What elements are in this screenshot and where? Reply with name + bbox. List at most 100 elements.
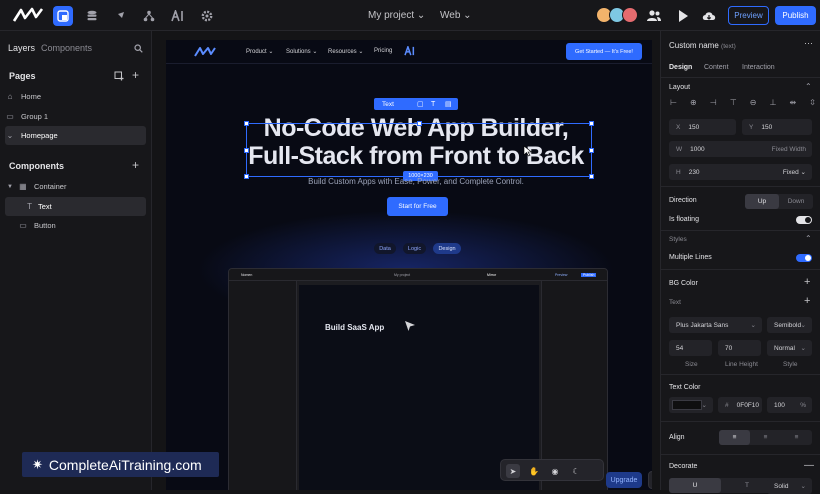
x-input[interactable]: X 150 — [669, 119, 736, 135]
collapse-icon[interactable]: ⌃ — [805, 234, 812, 243]
align-center-v-icon[interactable]: ⊖ — [750, 98, 757, 110]
font-size-input[interactable]: 54 — [669, 340, 712, 356]
collaborator-avatars[interactable] — [596, 7, 638, 23]
collapse-icon[interactable]: ⌃ — [805, 82, 812, 91]
decoration-style-select[interactable]: Solid ⌄ — [767, 478, 812, 494]
publish-button[interactable]: Publish — [775, 6, 816, 25]
select-tool-icon[interactable]: ➤ — [506, 464, 520, 478]
text-align-right-icon[interactable]: ≡ — [781, 430, 812, 445]
decoration-toggle[interactable]: U T — [669, 478, 773, 493]
users-icon[interactable] — [646, 8, 662, 24]
canvas[interactable]: Product ⌄ Solutions ⌄ Resources ⌄ Pricin… — [152, 31, 660, 490]
site-logo-icon[interactable] — [194, 46, 216, 58]
y-input[interactable]: Y 150 — [742, 119, 812, 135]
align-left-icon[interactable]: ⊢ — [670, 98, 677, 110]
height-input[interactable]: H 230 Fixed ⌄ — [669, 164, 812, 180]
database-tool-icon[interactable] — [82, 6, 102, 26]
comment-icon[interactable]: ▢ — [417, 100, 424, 108]
add-text-style-icon[interactable]: + — [804, 295, 810, 307]
play-icon[interactable] — [675, 8, 691, 24]
selection-box[interactable] — [244, 121, 594, 179]
page-item-homepage[interactable]: ⌄ Homepage — [5, 126, 146, 145]
resize-handle[interactable] — [417, 121, 422, 126]
ai-badge-icon[interactable] — [404, 46, 416, 56]
page-item-group[interactable]: ▭ Group 1 — [5, 107, 146, 126]
strikethrough-icon[interactable]: T — [721, 478, 773, 493]
app-logo-icon[interactable] — [12, 6, 44, 24]
distribute-v-icon[interactable]: ⇳ — [809, 98, 816, 110]
trash-icon[interactable]: ▤ — [445, 100, 452, 108]
color-swatch-select[interactable]: ⌄ — [669, 397, 713, 413]
workflow-tool-icon[interactable] — [139, 6, 159, 26]
selection-tag[interactable]: Text ▢ T ▤ — [374, 98, 458, 110]
cloud-download-icon[interactable] — [701, 8, 717, 24]
add-page-icon[interactable] — [114, 71, 124, 81]
font-family-select[interactable]: Plus Jakarta Sans ⌄ — [669, 317, 762, 333]
help-button[interactable]: ? — [648, 471, 652, 489]
align-bottom-icon[interactable]: ⊥ — [769, 98, 776, 110]
more-options-icon[interactable]: ⋯ — [804, 38, 813, 49]
opacity-input[interactable]: 100% — [767, 397, 812, 413]
tab-content[interactable]: Content — [704, 64, 729, 71]
nav-solutions[interactable]: Solutions ⌄ — [286, 48, 317, 55]
text-align-center-icon[interactable]: ≡ — [750, 430, 781, 445]
layers-tool-icon[interactable] — [53, 6, 73, 26]
resize-handle[interactable] — [589, 148, 594, 153]
align-center-h-icon[interactable]: ⊕ — [690, 98, 697, 110]
element-name[interactable]: Custom name (text) — [669, 41, 736, 50]
align-right-icon[interactable]: ⊣ — [710, 98, 717, 110]
hand-tool-icon[interactable]: ✋ — [527, 464, 541, 478]
height-mode-select[interactable]: Fixed ⌄ — [783, 168, 806, 176]
pill-design[interactable]: Design — [433, 243, 461, 254]
pill-logic[interactable]: Logic — [403, 243, 426, 254]
line-height-input[interactable]: 70 — [718, 340, 761, 356]
width-input[interactable]: W 1000 Fixed Width — [669, 141, 812, 157]
is-floating-toggle[interactable] — [796, 216, 812, 224]
add-bg-color-icon[interactable]: + — [804, 276, 810, 288]
underline-icon[interactable]: U — [669, 478, 721, 493]
get-started-button[interactable]: Get Started — It's Free! — [566, 43, 642, 60]
text-align-left-icon[interactable]: ≡ — [719, 430, 750, 445]
direction-up[interactable]: Up — [745, 194, 779, 209]
project-selector[interactable]: My project ⌄ — [368, 10, 425, 21]
nav-product[interactable]: Product ⌄ — [246, 48, 273, 55]
resize-handle[interactable] — [244, 148, 249, 153]
preview-button[interactable]: Preview — [728, 6, 769, 25]
resize-handle[interactable] — [589, 121, 594, 126]
nav-resources[interactable]: Resources ⌄ — [328, 48, 363, 55]
start-for-free-button[interactable]: Start for Free — [387, 197, 448, 216]
tab-layers[interactable]: Layers — [8, 43, 35, 53]
comment-tool-icon[interactable]: ◉ — [548, 464, 562, 478]
color-hex-input[interactable]: #0F0F10 — [718, 397, 762, 413]
page-item-home[interactable]: ⌂ Home — [5, 87, 146, 106]
text-edit-icon[interactable]: T — [431, 101, 435, 108]
direction-toggle[interactable]: Up Down — [745, 194, 813, 209]
resize-handle[interactable] — [244, 121, 249, 126]
add-icon[interactable]: + — [132, 68, 139, 82]
tab-design[interactable]: Design — [669, 64, 692, 71]
align-top-icon[interactable]: ⊤ — [730, 98, 737, 110]
distribute-h-icon[interactable]: ⇹ — [789, 98, 796, 110]
width-mode-select[interactable]: Fixed Width — [772, 146, 806, 153]
settings-gear-icon[interactable] — [197, 6, 217, 26]
search-icon[interactable] — [134, 44, 143, 53]
layer-item-container[interactable]: ▼ ▦ Container — [5, 177, 146, 196]
website-preview[interactable]: Product ⌄ Solutions ⌄ Resources ⌄ Pricin… — [166, 40, 652, 490]
multiple-lines-toggle[interactable] — [796, 254, 812, 262]
font-style-select[interactable]: Normal ⌄ — [767, 340, 812, 356]
text-align-toggle[interactable]: ≡ ≡ ≡ — [719, 430, 812, 445]
upgrade-button[interactable]: Upgrade — [606, 472, 642, 488]
tab-components[interactable]: Components — [41, 43, 92, 53]
pill-data[interactable]: Data — [374, 243, 396, 254]
direction-down[interactable]: Down — [779, 194, 813, 209]
platform-selector[interactable]: Web ⌄ — [440, 10, 472, 21]
layer-item-text[interactable]: T Text — [5, 197, 146, 216]
dark-mode-icon[interactable]: ☾ — [569, 464, 583, 478]
font-weight-select[interactable]: Semibold ⌄ — [767, 317, 812, 333]
layer-item-button[interactable]: ▭ Button — [5, 216, 146, 235]
remove-decoration-icon[interactable]: — — [804, 460, 814, 471]
add-component-icon[interactable]: + — [132, 158, 139, 172]
nav-pricing[interactable]: Pricing — [374, 48, 392, 54]
ai-tool-icon[interactable] — [168, 6, 188, 26]
tab-interaction[interactable]: Interaction — [742, 64, 775, 71]
